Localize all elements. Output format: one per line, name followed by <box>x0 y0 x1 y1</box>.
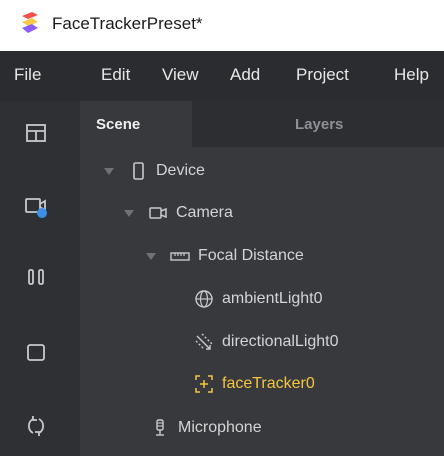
layout-icon <box>26 124 46 142</box>
menu-bar: File Edit View Add Project Help <box>0 51 444 101</box>
menu-file[interactable]: File <box>14 65 41 85</box>
tree-item-microphone[interactable]: Microphone <box>150 413 262 443</box>
directional-light-icon <box>194 332 214 352</box>
tree-item-label: Focal Distance <box>198 247 304 264</box>
menu-edit[interactable]: Edit <box>101 65 130 85</box>
menu-add[interactable]: Add <box>230 65 260 85</box>
refresh-button[interactable] <box>22 412 50 440</box>
tab-scene[interactable]: Scene <box>80 101 192 147</box>
pause-button[interactable] <box>22 263 50 291</box>
scene-panel: Scene Layers Device Camera Focal Distanc… <box>80 101 444 456</box>
record-button[interactable] <box>22 192 50 220</box>
title-bar: FaceTrackerPreset* <box>0 0 444 51</box>
tree-item-label: ambientLight0 <box>222 290 323 307</box>
camera-record-icon <box>25 198 47 218</box>
layout-button[interactable] <box>22 119 50 147</box>
left-toolbar <box>0 101 80 456</box>
refresh-icon <box>27 416 45 436</box>
tab-layers[interactable]: Layers <box>295 101 343 147</box>
tree-item-label: Microphone <box>178 419 262 436</box>
face-tracker-icon <box>194 374 214 394</box>
menu-view[interactable]: View <box>162 65 199 85</box>
tree-item-directional-light[interactable]: directionalLight0 <box>194 327 339 357</box>
chevron-down-icon[interactable] <box>104 167 114 175</box>
square-icon <box>27 344 45 361</box>
phone-icon <box>128 161 148 181</box>
tree-item-device[interactable]: Device <box>104 156 205 186</box>
camera-icon <box>148 203 168 223</box>
tree-item-face-tracker[interactable]: faceTracker0 <box>194 369 315 399</box>
microphone-icon <box>150 418 170 438</box>
tree-item-label: faceTracker0 <box>222 375 315 392</box>
chevron-down-icon[interactable] <box>124 209 134 217</box>
menu-help[interactable]: Help <box>394 65 429 85</box>
tree-item-label: directionalLight0 <box>222 333 339 350</box>
window-title: FaceTrackerPreset* <box>52 14 203 33</box>
stop-button[interactable] <box>22 338 50 366</box>
spark-ar-logo-icon <box>22 12 38 33</box>
ruler-icon <box>170 246 190 266</box>
pause-icon <box>28 269 44 285</box>
menu-project[interactable]: Project <box>296 65 349 85</box>
tree-item-label: Device <box>156 162 205 179</box>
tree-item-label: Camera <box>176 204 233 221</box>
tree-item-focal-distance[interactable]: Focal Distance <box>146 241 304 271</box>
panel-tabs: Scene Layers <box>80 101 444 147</box>
globe-icon <box>194 289 214 309</box>
chevron-down-icon[interactable] <box>146 252 156 260</box>
tree-item-camera[interactable]: Camera <box>124 198 233 228</box>
tree-item-ambient-light[interactable]: ambientLight0 <box>194 284 323 314</box>
